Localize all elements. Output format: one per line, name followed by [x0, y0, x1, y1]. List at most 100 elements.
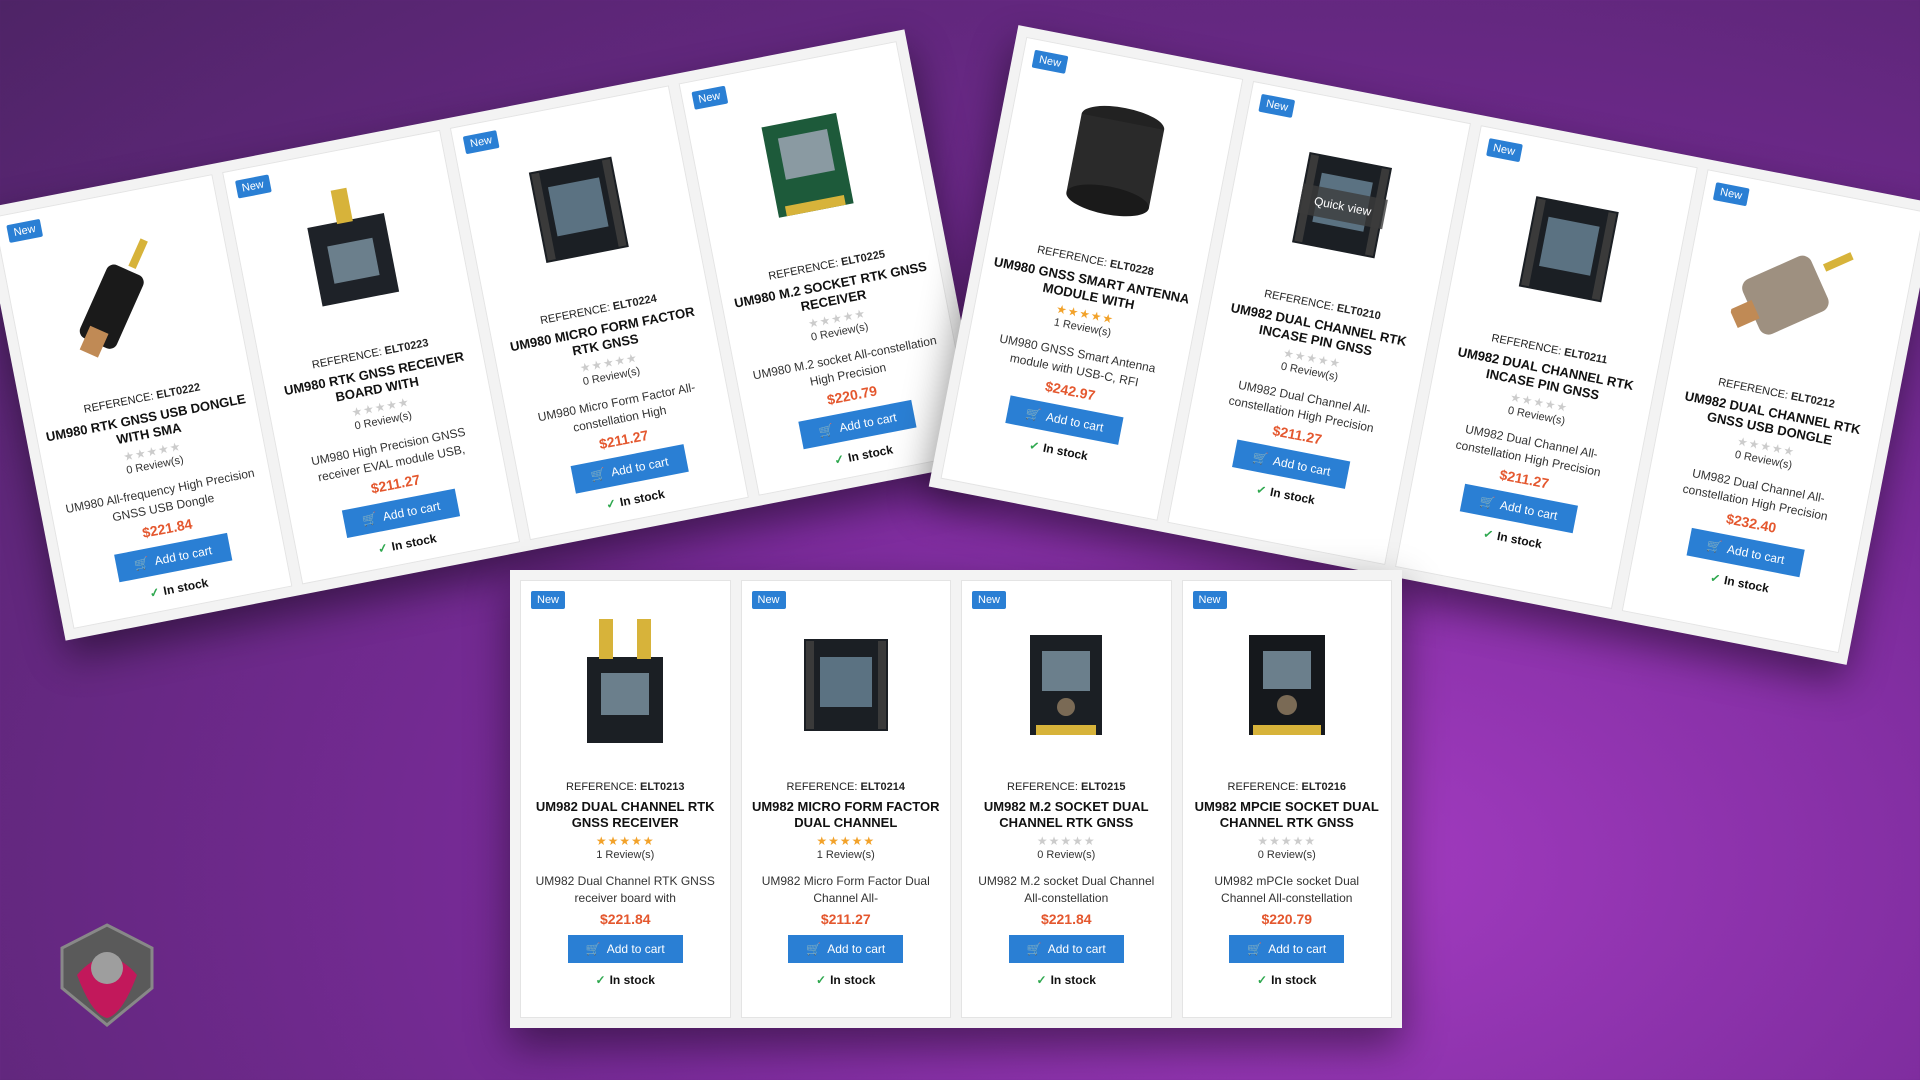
stock-status: ✓ In stock [1257, 973, 1316, 987]
star-icon: ★ [396, 394, 411, 411]
add-to-cart-button[interactable]: 🛒 Add to cart [1459, 483, 1578, 534]
stock-status: ✓ In stock [148, 576, 209, 601]
new-badge: New [751, 591, 786, 609]
product-image[interactable]: Quick view [1270, 121, 1415, 281]
new-badge: New [234, 174, 272, 199]
cart-icon: 🛒 [1024, 405, 1042, 423]
add-to-cart-button[interactable]: 🛒 Add to cart [113, 532, 233, 583]
product-image[interactable] [278, 170, 423, 330]
star-icon: ★ [595, 834, 608, 848]
product-image[interactable] [734, 81, 879, 241]
star-icon: ★ [1304, 834, 1317, 848]
review-count: 1 Review(s) [596, 849, 655, 861]
product-card[interactable]: New REFERENCE: ELT0213 UM982 DUAL CHANNEL … [520, 580, 731, 1018]
product-reference: REFERENCE: ELT0214 [787, 781, 905, 793]
reference-code: ELT0228 [1108, 258, 1155, 279]
reference-code: ELT0214 [860, 781, 905, 793]
add-to-cart-label: Add to cart [1268, 942, 1327, 956]
stock-label: In stock [1050, 973, 1096, 987]
product-card[interactable]: New REFERENCE: ELT0214 UM982 MICRO FORM FA… [740, 580, 951, 1018]
stock-status: ✓ In stock [833, 442, 894, 467]
stock-label: In stock [618, 486, 666, 510]
cart-icon: 🛒 [585, 942, 601, 956]
new-badge: New [1031, 49, 1069, 74]
add-to-cart-button[interactable]: 🛒 Add to cart [567, 935, 683, 963]
star-icon: ★ [1048, 834, 1061, 848]
new-badge: New [1712, 182, 1750, 207]
product-title[interactable]: UM982 DUAL CHANNEL RTK GNSS RECEIVER [521, 799, 730, 831]
stock-label: In stock [609, 973, 655, 987]
add-to-cart-button[interactable]: 🛒 Add to cart [798, 399, 917, 450]
product-card[interactable]: New REFERENCE: ELT0215 UM982 M.2 SOCKET DU… [961, 580, 1172, 1018]
cart-icon: 🛒 [1247, 942, 1263, 956]
product-reference: REFERENCE: ELT0213 [566, 781, 684, 793]
product-image[interactable] [565, 611, 685, 751]
stock-label: In stock [1495, 528, 1544, 552]
product-image[interactable] [1043, 77, 1188, 237]
star-icon: ★ [816, 834, 829, 848]
product-image[interactable] [1227, 611, 1347, 751]
reference-code: ELT0212 [1789, 390, 1836, 411]
star-icon: ★ [607, 834, 620, 848]
checkmark-icon: ✓ [1028, 438, 1041, 454]
reference-code: ELT0210 [1335, 302, 1382, 323]
product-price: $221.84 [1040, 911, 1092, 927]
add-to-cart-label: Add to cart [606, 942, 665, 956]
add-to-cart-button[interactable]: 🛒 Add to cart [1232, 439, 1351, 490]
add-to-cart-button[interactable]: 🛒 Add to cart [788, 935, 904, 963]
product-title[interactable]: UM982 MICRO FORM FACTOR DUAL CHANNEL [742, 799, 951, 831]
stock-label: In stock [1041, 440, 1090, 464]
star-icon: ★ [863, 834, 876, 848]
product-image[interactable] [1497, 165, 1642, 325]
product-grid-top-left: New REFERENCE: ELT0222 UM980 RTK GNSS USB … [0, 29, 989, 641]
add-to-cart-button[interactable]: 🛒 Add to cart [1008, 935, 1124, 963]
reference-code: ELT0216 [1301, 781, 1346, 793]
stock-status: ✓ In stock [816, 973, 875, 987]
reference-label: REFERENCE: [1227, 781, 1299, 793]
star-icon: ★ [1060, 834, 1073, 848]
add-to-cart-button[interactable]: 🛒 Add to cart [1229, 935, 1345, 963]
product-reference: REFERENCE: ELT0216 [1228, 781, 1346, 793]
product-image[interactable] [506, 126, 651, 286]
product-title[interactable]: UM982 MPCIE SOCKET DUAL CHANNEL RTK GNSS [1183, 799, 1392, 831]
checkmark-icon: ✓ [1036, 973, 1047, 987]
product-card[interactable]: New REFERENCE: ELT0216 UM982 MPCIE SOCKET … [1181, 580, 1392, 1018]
cart-icon: 🛒 [361, 511, 379, 528]
cart-icon: 🛒 [589, 466, 607, 484]
star-icon: ★ [853, 306, 868, 323]
add-to-cart-label: Add to cart [1725, 542, 1786, 567]
rating-stars: ★★★★★ [1037, 834, 1096, 848]
cart-icon: 🛒 [1705, 538, 1723, 555]
star-icon: ★ [1083, 834, 1096, 848]
stock-status: ✓ In stock [1255, 482, 1316, 507]
product-image[interactable] [1724, 209, 1869, 369]
add-to-cart-label: Add to cart [1498, 498, 1559, 523]
stock-status: ✓ In stock [605, 487, 666, 512]
product-title[interactable]: UM982 M.2 SOCKET DUAL CHANNEL RTK GNSS [962, 799, 1171, 831]
checkmark-icon: ✓ [1257, 973, 1268, 987]
reference-label: REFERENCE: [1007, 781, 1078, 793]
cart-icon: 🛒 [817, 422, 835, 439]
stock-status: ✓ In stock [1709, 570, 1770, 595]
star-icon: ★ [1328, 354, 1343, 371]
stock-label: In stock [1271, 973, 1317, 987]
reference-label: REFERENCE: [786, 781, 858, 793]
product-image[interactable] [786, 611, 906, 751]
product-image[interactable] [50, 214, 195, 374]
new-badge: New [462, 130, 500, 155]
brand-logo [60, 923, 154, 1027]
reference-code: ELT0211 [1563, 346, 1609, 367]
add-to-cart-label: Add to cart [1271, 453, 1332, 479]
add-to-cart-button[interactable]: 🛒 Add to cart [342, 488, 461, 538]
reference-code: ELT0213 [640, 781, 685, 793]
add-to-cart-button[interactable]: 🛒 Add to cart [570, 444, 689, 494]
product-price: $221.84 [599, 911, 651, 927]
product-price: $220.79 [1261, 911, 1313, 927]
add-to-cart-button[interactable]: 🛒 Add to cart [1005, 395, 1124, 445]
new-badge: New [690, 85, 728, 110]
star-icon: ★ [1036, 834, 1049, 848]
add-to-cart-button[interactable]: 🛒 Add to cart [1686, 527, 1805, 578]
reference-code: ELT0223 [383, 337, 430, 358]
product-grid-bottom: New REFERENCE: ELT0213 UM982 DUAL CHANNEL … [510, 570, 1402, 1028]
product-image[interactable] [1006, 611, 1126, 751]
